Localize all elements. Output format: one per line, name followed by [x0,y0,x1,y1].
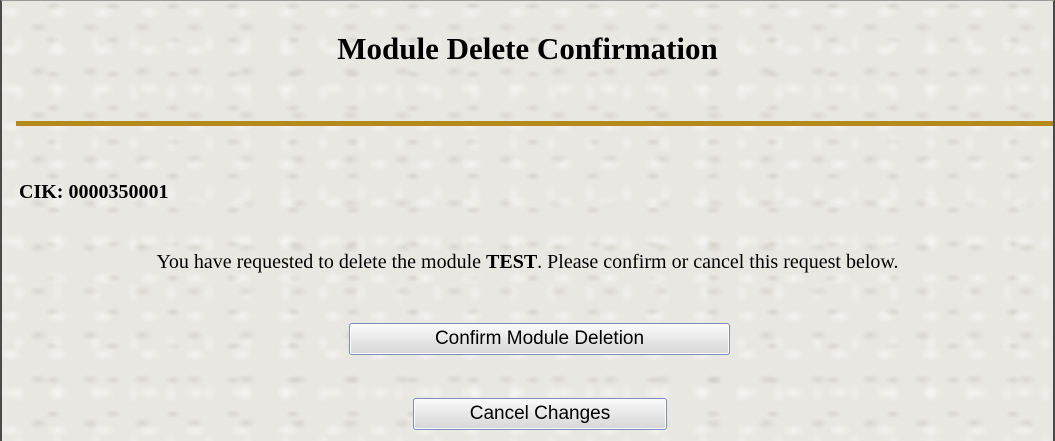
message-text-after: . Please confirm or cancel this request … [537,251,899,273]
confirmation-message: You have requested to delete the module … [2,251,1053,274]
page-title: Module Delete Confirmation [337,31,718,66]
confirm-module-deletion-button[interactable]: Confirm Module Deletion [349,323,730,355]
page-frame: Module Delete Confirmation CIK: 00003500… [0,0,1055,441]
cik-label: CIK: 0000350001 [19,181,169,203]
message-text-before: You have requested to delete the module [156,251,487,273]
header-divider [16,121,1053,126]
cancel-changes-button[interactable]: Cancel Changes [413,398,667,430]
module-name: TEST [486,251,538,273]
